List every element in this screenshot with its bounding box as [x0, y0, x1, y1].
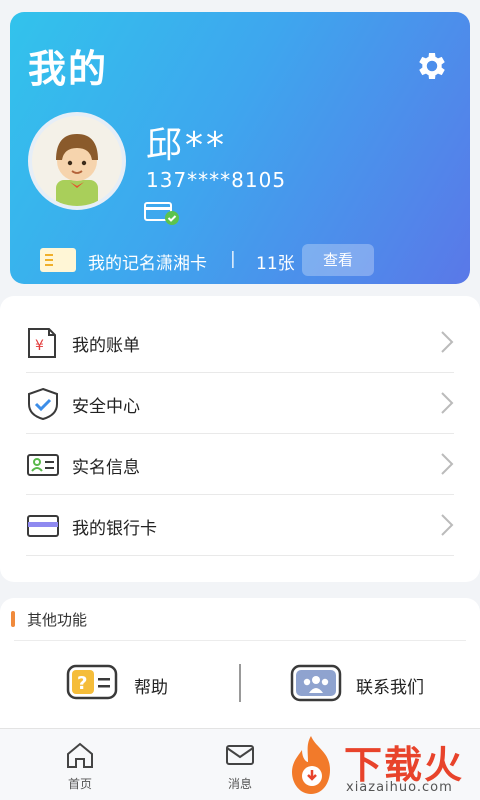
cards-count: 11张 [256, 254, 295, 274]
user-name: 邱** [146, 125, 228, 166]
avatar-illustration [56, 134, 98, 206]
menu-item-label: 实名信息 [72, 458, 140, 478]
cards-icon [40, 248, 76, 272]
view-cards-button[interactable]: 查看 [302, 244, 374, 276]
page-title: 我的 [28, 47, 109, 91]
gear-icon[interactable] [414, 48, 450, 84]
message-icon [226, 745, 254, 765]
menu-item-label: 我的银行卡 [72, 519, 157, 539]
tab-label: 消息 [227, 777, 252, 791]
bill-icon: ¥ [28, 328, 56, 358]
tab-messages[interactable]: 消息 [200, 739, 280, 797]
separator: | [230, 249, 236, 269]
section-accent-bar [11, 611, 15, 627]
menu-item-bill[interactable]: ¥ 我的账单 [26, 312, 454, 373]
flame-logo-icon [292, 736, 330, 794]
contact-icon [290, 664, 342, 702]
tab-home[interactable]: 首页 [40, 739, 120, 797]
menu-list: ¥ 我的账单 安全中心 实名信息 我的银行卡 [0, 296, 480, 582]
id-card-icon [27, 454, 59, 476]
svg-text:?: ? [77, 673, 87, 694]
divider [14, 640, 466, 641]
chevron-right-icon [441, 392, 454, 414]
home-icon [67, 742, 93, 768]
user-phone: 137****8105 [146, 168, 287, 192]
vertical-divider [239, 664, 241, 702]
help-label: 帮助 [134, 678, 168, 698]
registered-cards-label: 我的记名潇湘卡 [88, 254, 207, 274]
profile-header-card: 我的 邱** 137****8105 我的记名潇湘卡 | 11张 查看 [10, 12, 470, 284]
registered-cards-row[interactable]: 我的记名潇湘卡 | 11张 查看 [40, 240, 460, 280]
menu-item-security[interactable]: 安全中心 [26, 373, 454, 434]
bank-card-icon [27, 515, 59, 537]
chevron-right-icon [441, 514, 454, 536]
chevron-right-icon [441, 453, 454, 475]
help-icon: ? [66, 664, 118, 700]
tab-label: 首页 [67, 777, 92, 791]
shield-icon [28, 387, 58, 421]
chevron-right-icon [441, 331, 454, 353]
section-title: 其他功能 [27, 611, 88, 629]
avatar[interactable] [28, 112, 126, 210]
menu-item-real-name[interactable]: 实名信息 [26, 434, 454, 495]
verified-card-icon [144, 202, 179, 225]
menu-item-bank-card[interactable]: 我的银行卡 [26, 495, 454, 556]
menu-item-label: 我的账单 [72, 336, 140, 356]
menu-item-label: 安全中心 [72, 397, 140, 417]
help-button[interactable]: ? 帮助 [66, 662, 216, 706]
watermark: 下载火 xiazaihuo.com [282, 734, 480, 800]
svg-text:¥: ¥ [35, 338, 44, 354]
watermark-url: xiazaihuo.com [346, 780, 453, 795]
contact-us-button[interactable]: 联系我们 [290, 662, 450, 706]
contact-us-label: 联系我们 [356, 678, 424, 698]
other-functions-card: 其他功能 ? 帮助 联系我们 [0, 598, 480, 728]
